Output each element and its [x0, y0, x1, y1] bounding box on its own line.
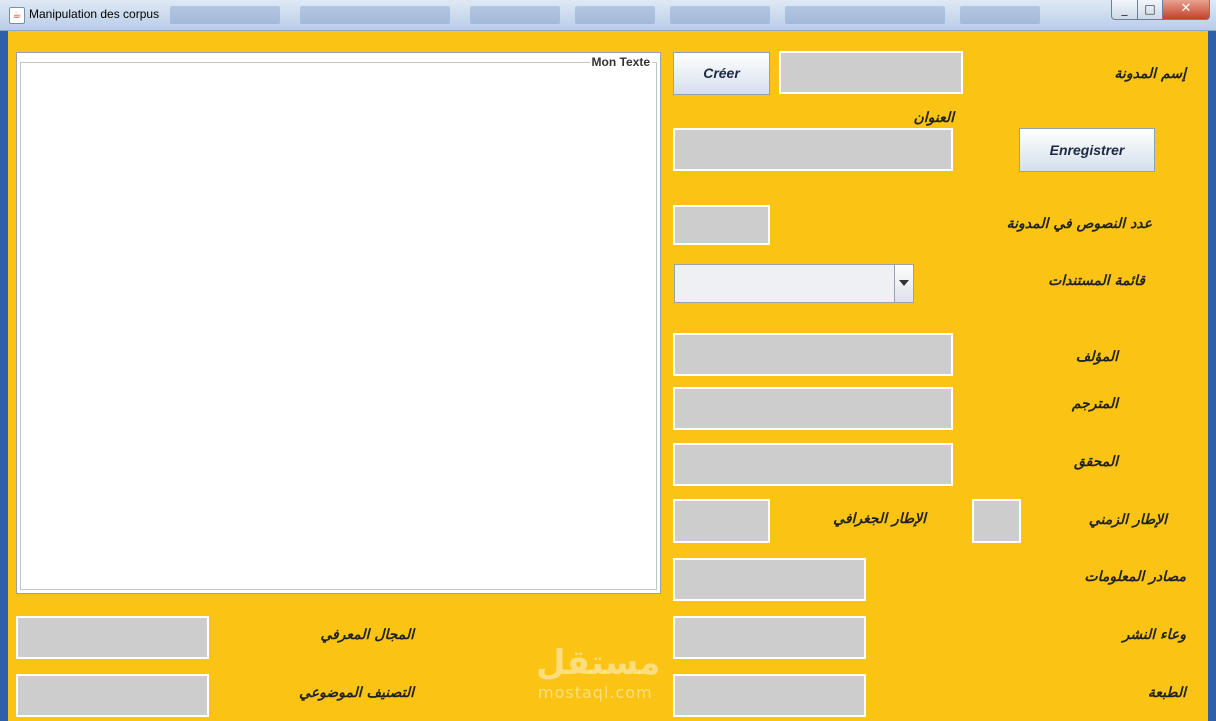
create-button[interactable]: Créer	[673, 52, 770, 95]
maximize-button[interactable]: □	[1137, 0, 1163, 20]
edition-label: الطبعة	[1147, 685, 1186, 701]
watermark-url: mostaql.com	[538, 683, 653, 702]
corpus-name-label: إسم المدونة	[1114, 66, 1186, 82]
title-field[interactable]	[673, 128, 953, 171]
subject-classification-label: التصنيف الموضوعي	[299, 685, 414, 701]
translator-field[interactable]	[673, 387, 953, 430]
taskbar-ghost	[300, 6, 450, 24]
text-count-label: عدد النصوص في المدونة	[1006, 216, 1152, 232]
author-label: المؤلف	[1075, 349, 1118, 365]
minimize-icon: _	[1121, 2, 1128, 16]
editor-field[interactable]	[673, 443, 953, 486]
editor-label: المحقق	[1073, 454, 1118, 470]
subject-classification-field[interactable]	[16, 674, 209, 717]
save-button[interactable]: Enregistrer	[1019, 128, 1155, 172]
publication-medium-label: وعاء النشر	[1122, 627, 1186, 643]
taskbar-ghost	[575, 6, 655, 24]
taskbar-ghost	[785, 6, 945, 24]
maximize-icon: □	[1144, 2, 1156, 16]
panel-title: Mon Texte	[589, 55, 652, 69]
text-count-field[interactable]	[673, 205, 770, 245]
close-icon: ✕	[1180, 1, 1192, 16]
java-icon: ☕	[9, 7, 25, 24]
geo-frame-field[interactable]	[673, 499, 770, 543]
knowledge-domain-field[interactable]	[16, 616, 209, 659]
documents-list-label: قائمة المستندات	[1048, 273, 1145, 289]
main-frame: Mon Texte Créer إسم المدونة العنوان Enre…	[8, 31, 1208, 721]
taskbar-ghost	[670, 6, 770, 24]
corpus-name-field[interactable]	[779, 51, 963, 94]
chevron-down-icon	[899, 280, 909, 286]
knowledge-domain-label: المجال المعرفي	[320, 627, 414, 643]
info-sources-field[interactable]	[673, 558, 866, 601]
text-area[interactable]	[20, 62, 657, 590]
taskbar-ghost	[170, 6, 280, 24]
minimize-button[interactable]: _	[1111, 0, 1138, 20]
geo-frame-label: الإطار الجغرافي	[833, 511, 926, 527]
info-sources-label: مصادر المعلومات	[1084, 569, 1186, 585]
text-area-panel: Mon Texte	[16, 52, 661, 594]
dropdown-button[interactable]	[894, 265, 913, 302]
documents-list-combobox[interactable]	[674, 264, 914, 303]
title-label: العنوان	[913, 110, 954, 126]
time-frame-field[interactable]	[972, 499, 1021, 543]
watermark-logo: مستقل	[536, 643, 661, 683]
taskbar-ghost	[960, 6, 1040, 24]
taskbar-ghost	[470, 6, 560, 24]
publication-medium-field[interactable]	[673, 616, 866, 659]
window-title: Manipulation des corpus	[29, 7, 160, 21]
title-bar: ☕ Manipulation des corpus _ □ ✕	[0, 0, 1216, 31]
close-button[interactable]: ✕	[1162, 0, 1210, 20]
edition-field[interactable]	[673, 674, 866, 717]
author-field[interactable]	[673, 333, 953, 376]
time-frame-label: الإطار الزمني	[1088, 512, 1167, 528]
translator-label: المترجم	[1071, 396, 1118, 412]
